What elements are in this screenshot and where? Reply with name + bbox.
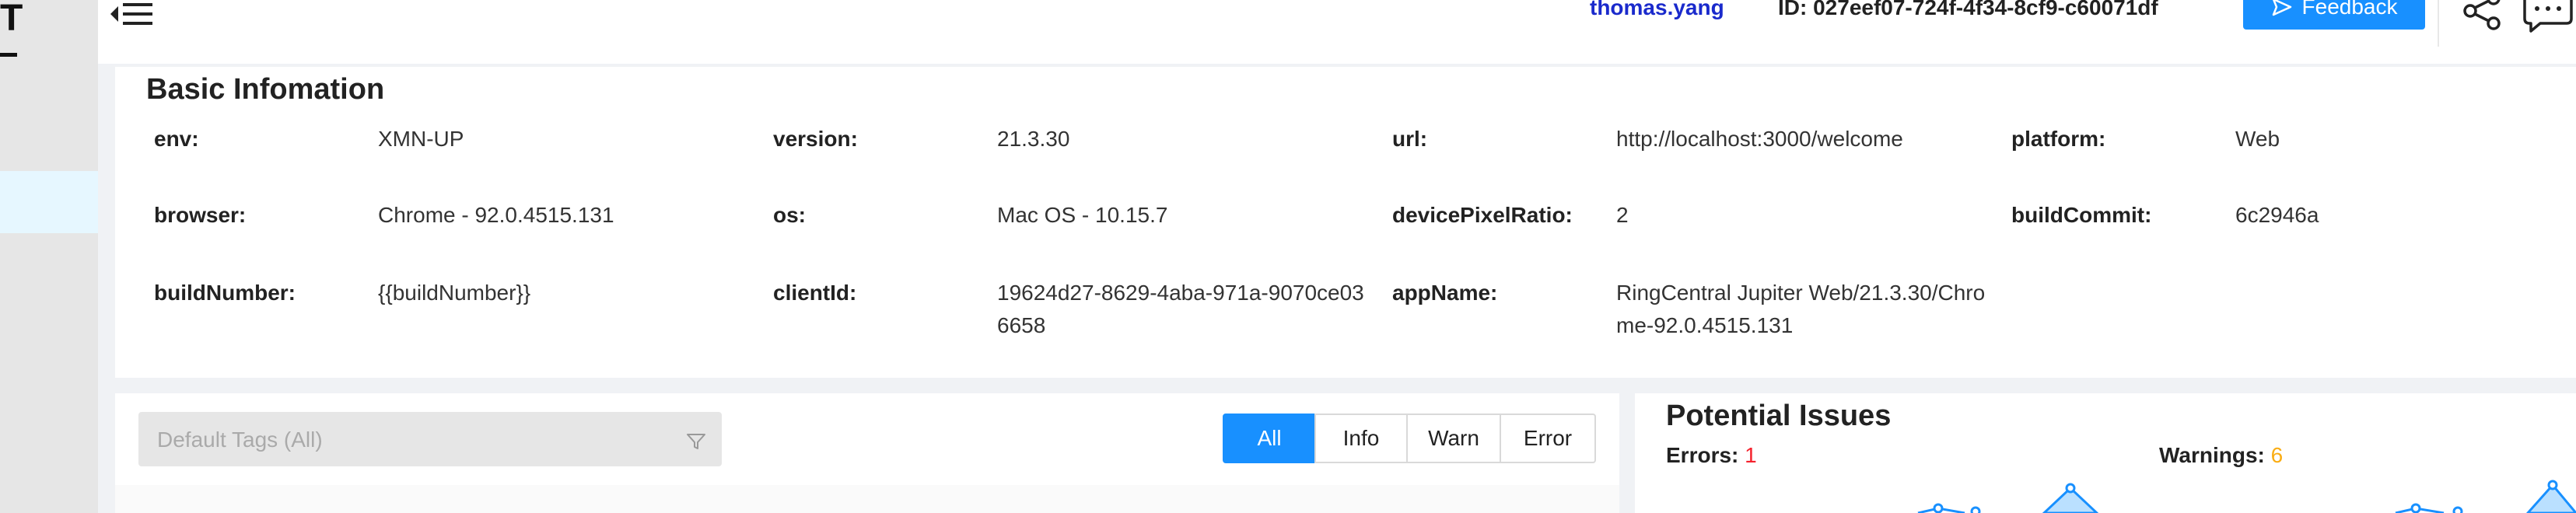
build-number-label: buildNumber: (154, 281, 296, 305)
errors-radar-shape (1917, 483, 2099, 513)
errors-label: Errors: (1666, 443, 1739, 467)
session-id: ID: 027eef07-724f-4f34-8cf9-c60071df (1778, 0, 2158, 19)
device-pixel-ratio-label: devicePixelRatio: (1392, 203, 1573, 227)
potential-issues-card: Potential Issues Errors: 1 Warnings: 6 (1635, 393, 2576, 513)
level-warn-button[interactable]: Warn (1406, 414, 1501, 463)
sidebar-active-item[interactable] (0, 171, 98, 233)
env-label: env: (154, 127, 199, 151)
warnings-stat: Warnings: 6 (2159, 443, 2283, 468)
errors-count: 1 (1745, 443, 1757, 467)
level-error-button[interactable]: Error (1500, 414, 1596, 463)
app-name-label: appName: (1392, 281, 1498, 305)
build-number-value: {{buildNumber}} (378, 281, 531, 305)
log-level-filter: All Info Warn Error (1223, 414, 1596, 463)
os-value: Mac OS - 10.15.7 (997, 203, 1168, 227)
errors-stat: Errors: 1 (1666, 443, 1757, 468)
level-all-button[interactable]: All (1223, 414, 1316, 463)
url-label: url: (1392, 127, 1428, 151)
send-icon (2272, 0, 2291, 16)
header-divider (2438, 0, 2439, 47)
version-value: 21.3.30 (997, 127, 1070, 151)
issues-chart (1917, 480, 2576, 513)
tag-select[interactable]: Default Tags (All) (138, 412, 722, 466)
tag-select-placeholder: Default Tags (All) (157, 428, 323, 452)
chat-icon[interactable] (2520, 0, 2576, 33)
os-label: os: (773, 203, 806, 227)
menu-fold-icon[interactable] (109, 0, 152, 28)
device-pixel-ratio-value: 2 (1616, 203, 1629, 227)
client-id-label: clientId: (773, 281, 857, 305)
basic-info-card: Basic Infomation env: XMN-UP version: 21… (115, 67, 2576, 378)
warnings-label: Warnings: (2159, 443, 2265, 467)
app-name-value: RingCentral Jupiter Web/21.3.30/Chrome-9… (1616, 281, 1986, 337)
version-label: version: (773, 127, 858, 151)
build-commit-value: 6c2946a (2235, 203, 2319, 227)
platform-label: platform: (2011, 127, 2106, 151)
browser-value: Chrome - 92.0.4515.131 (378, 203, 614, 227)
env-value: XMN-UP (378, 127, 464, 151)
basic-info-title: Basic Infomation (146, 73, 385, 106)
warnings-radar-shape (2395, 480, 2576, 513)
logs-list-header (115, 485, 1619, 513)
share-icon[interactable] (2461, 0, 2504, 33)
url-value: http://localhost:3000/welcome (1616, 127, 1903, 151)
logs-card: Default Tags (All) All Info Warn Error (115, 393, 1619, 513)
client-id-value: 19624d27-8629-4aba-971a-9070ce036658 (997, 281, 1364, 337)
username-link[interactable]: thomas.yang (1590, 0, 1724, 20)
sidebar: T (0, 0, 98, 513)
build-commit-label: buildCommit: (2011, 203, 2152, 227)
browser-label: browser: (154, 203, 247, 227)
warnings-count: 6 (2270, 443, 2284, 467)
feedback-label: Feedback (2301, 0, 2398, 19)
logo: T (0, 0, 23, 57)
top-bar (98, 0, 2576, 64)
feedback-button[interactable]: Feedback (2243, 0, 2425, 30)
level-info-button[interactable]: Info (1314, 414, 1408, 463)
filter-icon (687, 434, 705, 449)
potential-issues-title: Potential Issues (1666, 400, 1892, 432)
platform-value: Web (2235, 127, 2280, 151)
